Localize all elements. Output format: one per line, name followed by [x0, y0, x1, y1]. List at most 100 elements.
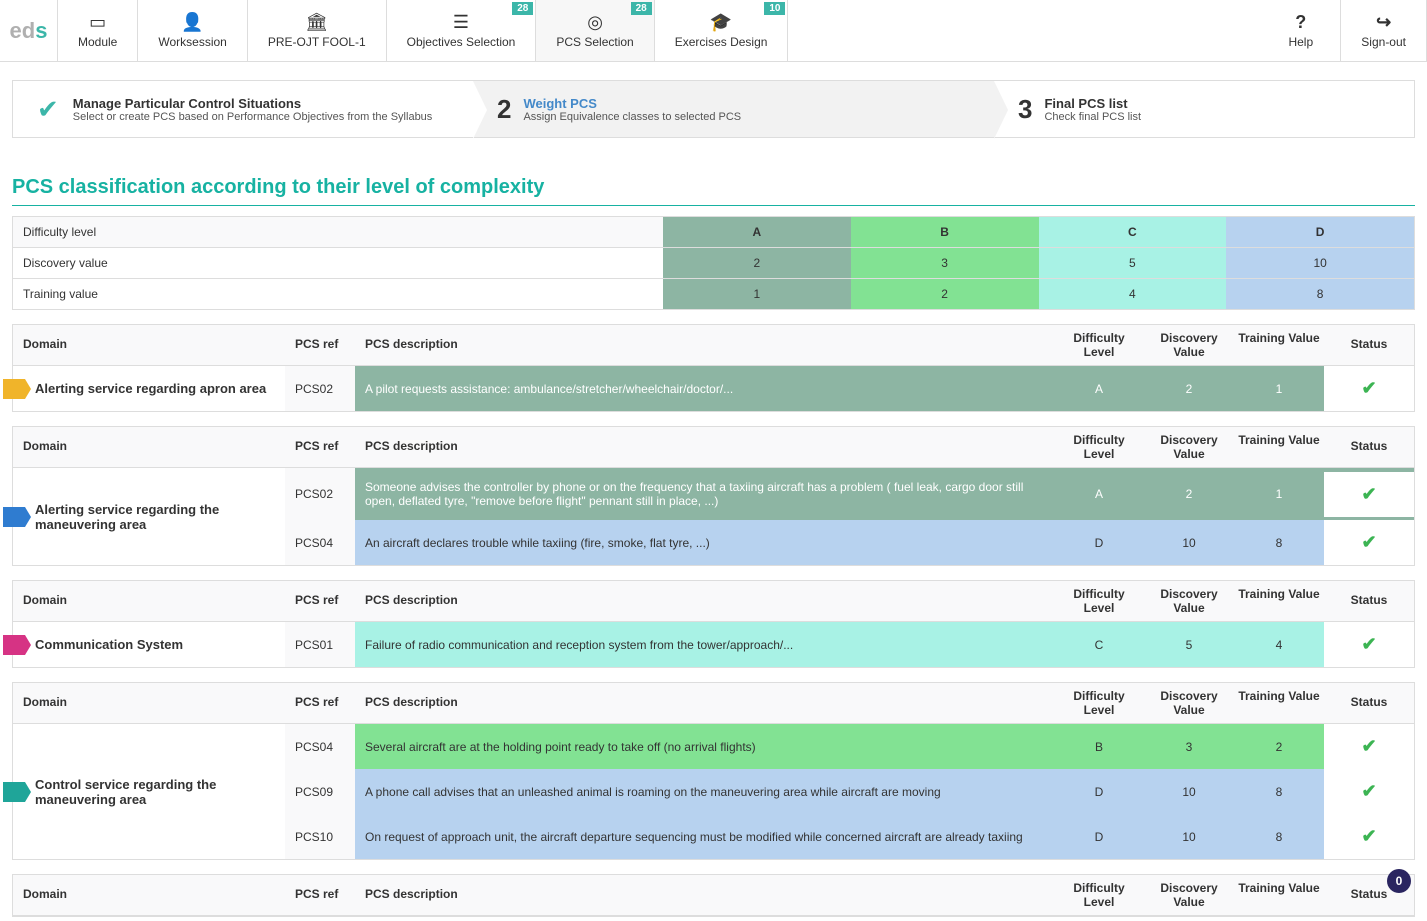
wizard-step-2[interactable]: 2Weight PCSAssign Equivalence classes to… [473, 81, 994, 137]
pcs-desc-cell: On request of approach unit, the aircraf… [355, 818, 1054, 856]
check-icon: ✔ [1361, 634, 1376, 654]
col-desc: PCS description [355, 875, 1054, 915]
pcs-level-cell: C [1054, 626, 1144, 664]
col-domain: Domain [13, 581, 285, 621]
nav-objectives-selection[interactable]: ☰Objectives Selection28 [387, 0, 537, 61]
col-desc: PCS description [355, 683, 1054, 723]
summary-value-cell: 8 [1226, 279, 1414, 309]
nav-badge: 28 [512, 2, 533, 15]
pcs-discovery-cell: 10 [1144, 818, 1234, 856]
pcs-desc-cell: An aircraft declares trouble while taxii… [355, 524, 1054, 562]
col-status: Status [1324, 581, 1414, 621]
pcs-row[interactable]: PCS04An aircraft declares trouble while … [285, 520, 1414, 565]
pcs-desc-cell: Failure of radio communication and recep… [355, 626, 1054, 664]
col-tv: Training Value [1234, 581, 1324, 621]
nav-worksession[interactable]: 👤Worksession [138, 0, 247, 61]
pcs-level-cell: D [1054, 818, 1144, 856]
graduation-icon: 🎓 [710, 12, 732, 33]
pcs-domain-block: DomainPCS refPCS descriptionDifficulty L… [12, 874, 1415, 917]
col-desc: PCS description [355, 581, 1054, 621]
col-lvl: Difficulty Level [1054, 683, 1144, 723]
domain-label: Alerting service regarding the maneuveri… [35, 502, 275, 532]
pcs-table-header: DomainPCS refPCS descriptionDifficulty L… [13, 581, 1414, 622]
pcs-row[interactable]: PCS02A pilot requests assistance: ambula… [285, 366, 1414, 411]
pcs-row[interactable]: PCS04Several aircraft are at the holding… [285, 724, 1414, 769]
pcs-level-cell: A [1054, 475, 1144, 513]
summary-row-label: Discovery value [13, 248, 663, 278]
col-lvl: Difficulty Level [1054, 427, 1144, 467]
summary-value-cell: 4 [1039, 279, 1227, 309]
pcs-domain-block: DomainPCS refPCS descriptionDifficulty L… [12, 324, 1415, 412]
col-dv: Discovery Value [1144, 427, 1234, 467]
domain-label: Alerting service regarding apron area [35, 381, 266, 396]
pcs-discovery-cell: 2 [1144, 475, 1234, 513]
pcs-training-cell: 2 [1234, 728, 1324, 766]
summary-value-cell: A [663, 217, 851, 247]
nav-label: Module [78, 35, 117, 49]
pcs-row[interactable]: PCS02Someone advises the controller by p… [285, 468, 1414, 520]
flag-icon [3, 507, 29, 527]
pcs-row[interactable]: PCS09A phone call advises that an unleas… [285, 769, 1414, 814]
pcs-table-header: DomainPCS refPCS descriptionDifficulty L… [13, 683, 1414, 724]
domain-cell: Alerting service regarding apron area [13, 366, 285, 411]
pcs-desc-cell: A pilot requests assistance: ambulance/s… [355, 370, 1054, 408]
pcs-row[interactable]: PCS01Failure of radio communication and … [285, 622, 1414, 667]
floating-count-badge[interactable]: 0 [1387, 869, 1411, 893]
summary-value-cell: 5 [1039, 248, 1227, 278]
pcs-level-cell: A [1054, 370, 1144, 408]
check-icon: ✔ [1361, 826, 1376, 846]
col-ref: PCS ref [285, 875, 355, 915]
nav-module[interactable]: ▭Module [58, 0, 138, 61]
check-icon: ✔ [1361, 781, 1376, 801]
flag-icon [3, 782, 29, 802]
nav-exercises-design[interactable]: 🎓Exercises Design10 [655, 0, 789, 61]
nav-label: PRE-OJT FOOL-1 [268, 35, 366, 49]
nav-pcs-selection[interactable]: ◎PCS Selection28 [536, 0, 654, 61]
nav-sign-out[interactable]: ↪Sign-out [1341, 0, 1427, 61]
check-icon: ✔ [1361, 736, 1376, 756]
col-tv: Training Value [1234, 875, 1324, 915]
pcs-table-header: DomainPCS refPCS descriptionDifficulty L… [13, 325, 1414, 366]
pcs-status-cell: ✔ [1324, 520, 1414, 565]
check-icon: ✔ [37, 94, 59, 125]
summary-value-cell: 3 [851, 248, 1039, 278]
pcs-ref-cell: PCS02 [285, 366, 355, 411]
col-domain: Domain [13, 875, 285, 915]
check-icon: ✔ [1361, 378, 1376, 398]
summary-row: Difficulty levelABCD [13, 217, 1414, 248]
pcs-domain-block: DomainPCS refPCS descriptionDifficulty L… [12, 682, 1415, 860]
nav-help[interactable]: ?Help [1261, 0, 1341, 61]
nav-pre-ojt-fool-1[interactable]: 🏛 PRE-OJT FOOL-1 [248, 0, 387, 61]
pcs-table-header: DomainPCS refPCS descriptionDifficulty L… [13, 427, 1414, 468]
pcs-ref-cell: PCS10 [285, 814, 355, 859]
summary-value-cell: C [1039, 217, 1227, 247]
wizard-step-title: Manage Particular Control Situations [73, 96, 433, 111]
wizard-step-subtitle: Assign Equivalence classes to selected P… [523, 111, 741, 123]
pcs-status-cell: ✔ [1324, 622, 1414, 667]
nav-label: Objectives Selection [407, 35, 516, 49]
pcs-status-cell: ✔ [1324, 472, 1414, 517]
col-ref: PCS ref [285, 427, 355, 467]
pcs-training-cell: 4 [1234, 626, 1324, 664]
summary-value-cell: 2 [663, 248, 851, 278]
col-desc: PCS description [355, 325, 1054, 365]
domain-label: Control service regarding the maneuverin… [35, 777, 275, 807]
pcs-training-cell: 8 [1234, 524, 1324, 562]
nav-label: Exercises Design [675, 35, 768, 49]
pcs-domain-block: DomainPCS refPCS descriptionDifficulty L… [12, 426, 1415, 566]
pcs-training-cell: 1 [1234, 475, 1324, 513]
wizard-step-3[interactable]: 3Final PCS listCheck final PCS list [994, 81, 1414, 137]
institution-icon: 🏛 [305, 12, 328, 33]
domain-label: Communication System [35, 637, 183, 652]
pcs-ref-cell: PCS02 [285, 468, 355, 520]
pcs-row[interactable]: PCS10On request of approach unit, the ai… [285, 814, 1414, 859]
summary-row: Training value1248 [13, 279, 1414, 310]
wizard-step-1[interactable]: ✔ Manage Particular Control SituationsSel… [13, 81, 473, 137]
pcs-status-cell: ✔ [1324, 769, 1414, 814]
col-dv: Discovery Value [1144, 875, 1234, 915]
domain-cell: Communication System [13, 622, 285, 667]
pcs-desc-cell: A phone call advises that an unleashed a… [355, 773, 1054, 811]
summary-value-cell: D [1226, 217, 1414, 247]
wizard-step-subtitle: Select or create PCS based on Performanc… [73, 111, 433, 123]
pcs-discovery-cell: 10 [1144, 524, 1234, 562]
